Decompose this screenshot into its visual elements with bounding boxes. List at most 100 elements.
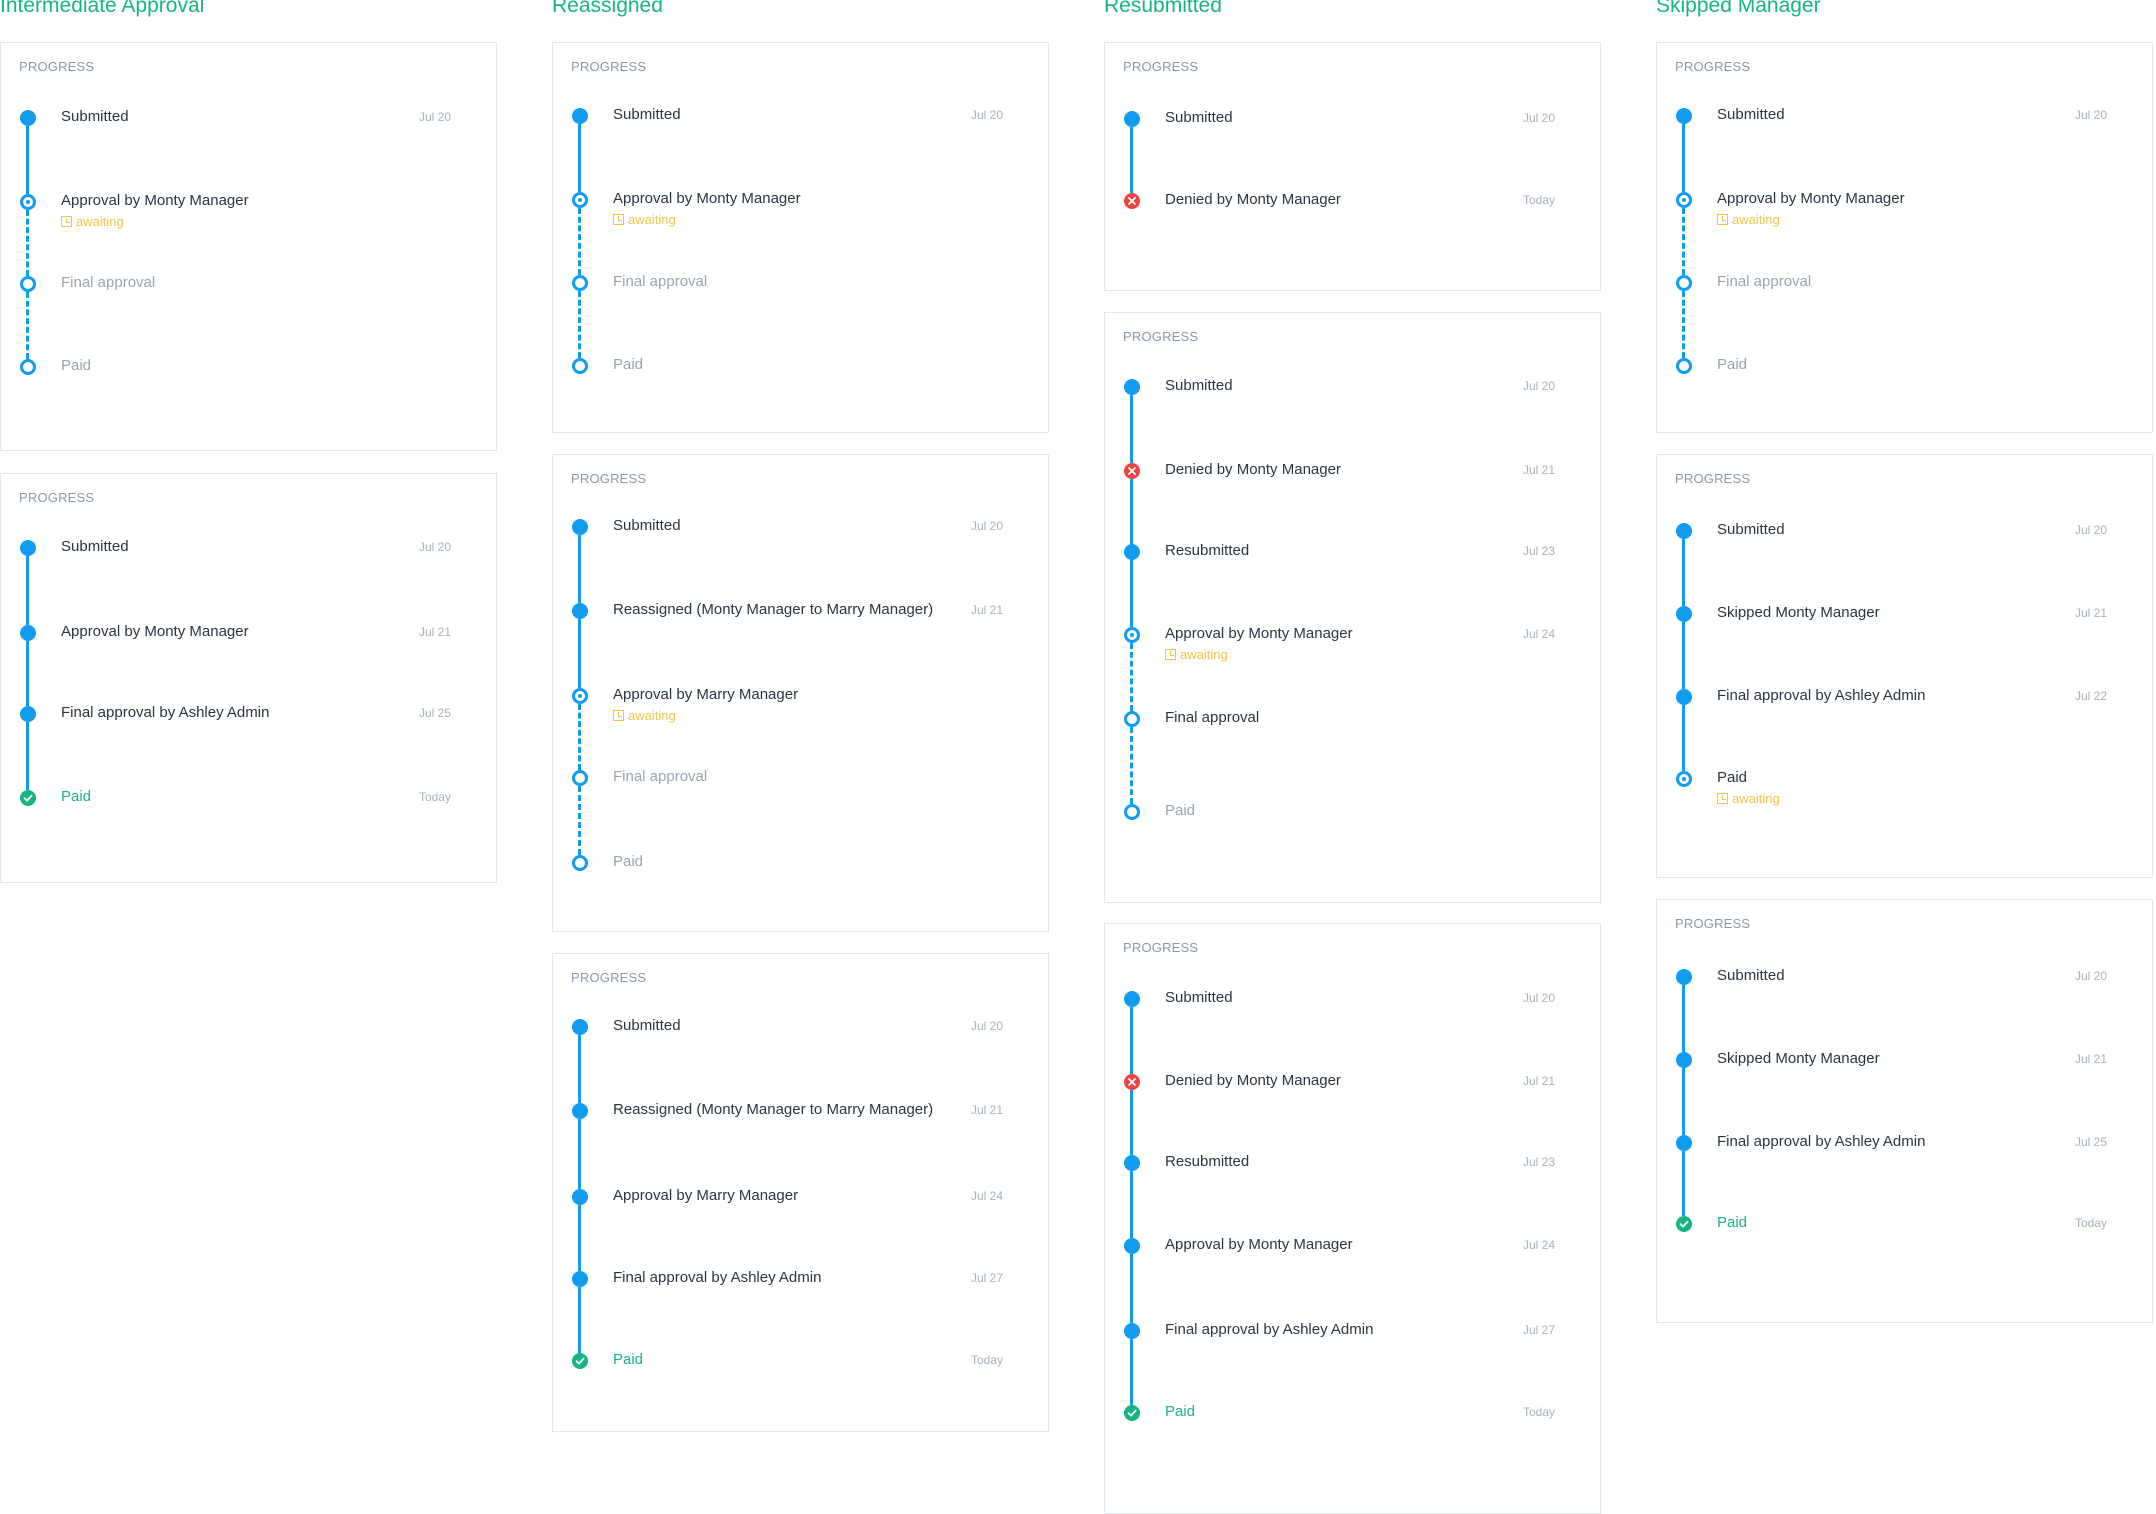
progress-card: PROGRESS Submitted Jul 20 Skipped Monty Man… — [1656, 899, 2153, 1323]
step-date: Jul 20 — [1522, 991, 1555, 1005]
timeline-connector — [26, 126, 29, 194]
step-date: Jul 21 — [970, 603, 1003, 617]
step-date: Jul 23 — [1522, 544, 1555, 558]
filled-circle-icon — [572, 1189, 588, 1205]
timeline-connector — [1682, 622, 1685, 689]
timeline-connector — [26, 210, 29, 276]
status-badge: awaiting — [1165, 647, 1228, 662]
step-date: Jul 20 — [2074, 523, 2107, 537]
hollow-circle-icon — [572, 855, 588, 871]
step-date: Jul 21 — [1522, 1074, 1555, 1088]
timeline-connector — [1682, 208, 1685, 275]
hourglass-icon — [1717, 793, 1728, 804]
progress-card: PROGRESS Submitted Jul 20 Skipped Monty Man… — [1656, 454, 2153, 878]
step-label: Final approval by Ashley Admin — [1165, 1321, 1374, 1338]
filled-circle-icon — [1676, 969, 1692, 985]
hourglass-icon — [1165, 649, 1176, 660]
step-date: Jul 23 — [1522, 1155, 1555, 1169]
hollow-circle-icon — [1676, 358, 1692, 374]
timeline-connector — [578, 535, 581, 603]
timeline-connector — [26, 556, 29, 625]
progress-card: PROGRESS Submitted Jul 20 Approval by Monty… — [0, 473, 497, 883]
card-label: PROGRESS — [19, 59, 95, 74]
check-circle-icon — [20, 790, 36, 806]
step-date: Jul 24 — [1522, 627, 1555, 641]
step-date: Jul 20 — [418, 540, 451, 554]
step-date: Jul 20 — [970, 1019, 1003, 1033]
step-date: Jul 20 — [2074, 969, 2107, 983]
timeline-connector — [1130, 727, 1133, 804]
filled-circle-icon — [572, 1019, 588, 1035]
progress-card: PROGRESS Submitted Jul 20 Denied by Monty M… — [1104, 923, 1601, 1514]
target-circle-icon — [572, 688, 588, 704]
status-badge: awaiting — [61, 214, 124, 229]
timeline-connector — [26, 641, 29, 706]
step-label: Paid — [1717, 1214, 1748, 1231]
step-label: Resubmitted — [1165, 1153, 1250, 1170]
step-label: Submitted — [61, 108, 129, 125]
step-date: Jul 27 — [970, 1271, 1003, 1285]
status-badge: awaiting — [613, 708, 676, 723]
progress-card: PROGRESS Submitted Jul 20 Approval by Monty… — [1656, 42, 2153, 433]
step-date: Jul 25 — [2074, 1135, 2107, 1149]
step-label: Denied by Monty Manager — [1165, 191, 1341, 208]
timeline-connector — [578, 1035, 581, 1103]
status-text: awaiting — [628, 212, 676, 227]
target-circle-icon — [572, 192, 588, 208]
timeline-connector — [578, 208, 581, 275]
filled-circle-icon — [20, 706, 36, 722]
filled-circle-icon — [572, 603, 588, 619]
filled-circle-icon — [20, 625, 36, 641]
timeline-connector — [1130, 1090, 1133, 1155]
hourglass-icon — [613, 710, 624, 721]
progress-card: PROGRESS Submitted Jul 20 Denied by Monty M… — [1104, 312, 1601, 903]
x-circle-icon — [1124, 463, 1140, 479]
status-text: awaiting — [1732, 212, 1780, 227]
card-label: PROGRESS — [571, 471, 647, 486]
timeline-connector — [1130, 479, 1133, 544]
step-label: Approval by Monty Manager — [61, 192, 249, 209]
filled-circle-icon — [1676, 1052, 1692, 1068]
step-date: Jul 20 — [2074, 108, 2107, 122]
step-label: Skipped Monty Manager — [1717, 1050, 1880, 1067]
step-label: Submitted — [613, 517, 681, 534]
step-label: Paid — [613, 1351, 644, 1368]
step-date: Jul 24 — [970, 1189, 1003, 1203]
timeline-connector — [578, 291, 581, 358]
check-circle-icon — [572, 1353, 588, 1369]
card-label: PROGRESS — [1675, 59, 1751, 74]
x-circle-icon — [1124, 1074, 1140, 1090]
hollow-circle-icon — [1124, 711, 1140, 727]
status-text: awaiting — [1732, 791, 1780, 806]
timeline-connector — [1130, 127, 1133, 193]
step-date: Jul 20 — [418, 110, 451, 124]
filled-circle-icon — [1676, 523, 1692, 539]
filled-circle-icon — [1124, 1323, 1140, 1339]
timeline-connector — [578, 1119, 581, 1189]
step-date: Jul 20 — [970, 108, 1003, 122]
filled-circle-icon — [1124, 1238, 1140, 1254]
step-label: Paid — [1717, 769, 1748, 786]
step-label: Approval by Marry Manager — [613, 1187, 799, 1204]
step-label: Approval by Monty Manager — [1717, 190, 1905, 207]
hollow-circle-icon — [572, 358, 588, 374]
target-circle-icon — [20, 194, 36, 210]
timeline-connector — [578, 619, 581, 688]
step-date: Jul 24 — [1522, 1238, 1555, 1252]
timeline-connector — [1682, 985, 1685, 1052]
check-circle-icon — [1124, 1405, 1140, 1421]
timeline-connector — [1682, 539, 1685, 606]
step-date: Jul 20 — [1522, 379, 1555, 393]
timeline-connector — [578, 704, 581, 770]
step-date: Jul 20 — [970, 519, 1003, 533]
timeline-connector — [1682, 124, 1685, 192]
filled-circle-icon — [1124, 111, 1140, 127]
filled-circle-icon — [1676, 108, 1692, 124]
step-label: Approval by Marry Manager — [613, 686, 799, 703]
step-label: Final approval — [61, 274, 156, 291]
column-title: Resubmitted — [1104, 0, 1222, 17]
status-badge: awaiting — [1717, 791, 1780, 806]
status-badge: awaiting — [613, 212, 676, 227]
step-label: Final approval — [1165, 709, 1260, 726]
timeline-connector — [1130, 395, 1133, 463]
